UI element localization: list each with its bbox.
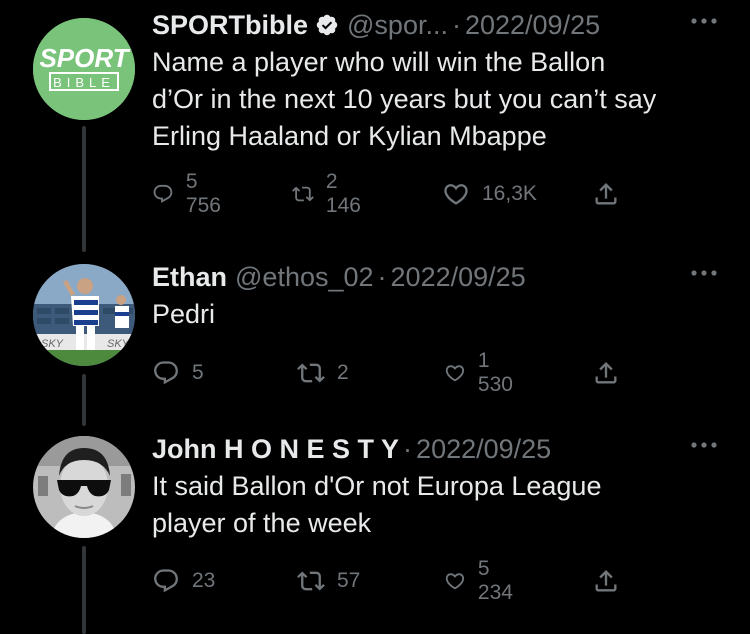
retweet-button[interactable]: 2 — [297, 357, 349, 389]
timestamp[interactable]: 2022/09/25 — [465, 8, 600, 42]
share-button[interactable] — [592, 357, 620, 389]
heart-icon — [445, 573, 465, 590]
share-icon — [595, 570, 617, 592]
heart-icon — [445, 365, 465, 382]
handle[interactable]: @spor... — [347, 8, 448, 42]
avatar[interactable]: SKY SKY — [33, 264, 135, 366]
reply-button[interactable]: 23 — [152, 565, 215, 597]
like-count: 16,3K — [482, 182, 537, 205]
share-button[interactable] — [592, 178, 620, 210]
tweet-text: Pedri — [152, 296, 720, 333]
tweet-text-line: d’Or in the next 10 years but you can’t … — [152, 84, 657, 114]
retweet-icon — [297, 363, 325, 383]
tweet-text: Name a player who will win the Ballon d’… — [152, 44, 720, 155]
svg-text:SKY: SKY — [41, 338, 64, 350]
svg-text:SPORT: SPORT — [39, 43, 130, 73]
heart-icon — [444, 184, 468, 205]
timestamp[interactable]: 2022/09/25 — [391, 260, 526, 294]
thread-line — [82, 374, 86, 426]
thread-line — [82, 126, 86, 252]
tweet-reply-ethan[interactable]: SKY SKY Ethan @ethos_02 · 2022/09/25 Ped… — [0, 252, 750, 426]
retweet-count: 2 — [337, 361, 349, 384]
more-options-icon[interactable] — [688, 266, 720, 280]
separator: · — [377, 262, 387, 292]
verified-badge-icon — [316, 14, 338, 36]
reply-icon — [154, 361, 178, 385]
retweet-button[interactable]: 2 146 — [292, 170, 367, 217]
svg-text:SKY: SKY — [107, 338, 130, 350]
display-name[interactable]: Ethan — [152, 260, 227, 294]
avatar-photo: SKY SKY — [33, 264, 135, 366]
svg-text:BIBLE: BIBLE — [53, 75, 115, 90]
share-icon — [595, 362, 617, 384]
reply-icon — [154, 569, 178, 593]
like-button[interactable]: 16,3K — [442, 178, 537, 210]
like-button[interactable]: 5 234 — [444, 557, 519, 604]
retweet-count: 2 146 — [325, 170, 361, 217]
thread-line — [82, 546, 86, 634]
avatar[interactable] — [33, 436, 135, 538]
tweet-text-line: Pedri — [152, 299, 216, 329]
timestamp[interactable]: 2022/09/25 — [416, 432, 551, 466]
display-name[interactable]: SPORTbible — [152, 8, 308, 42]
retweet-button[interactable]: 57 — [297, 565, 360, 597]
like-count: 1 530 — [477, 349, 513, 396]
tweet-text-line: Name a player who will win the Ballon — [152, 47, 606, 77]
tweet-header: Ethan @ethos_02 · 2022/09/25 — [152, 260, 720, 294]
more-options-icon[interactable] — [688, 14, 720, 28]
reply-count: 23 — [192, 569, 216, 592]
reply-count: 5 756 — [185, 170, 221, 217]
separator: · — [451, 10, 461, 40]
avatar[interactable]: SPORT BIBLE — [33, 18, 135, 120]
retweet-icon — [297, 571, 325, 591]
handle[interactable]: @ethos_02 — [235, 260, 374, 294]
tweet-header: SPORTbible @spor... · 2022/09/25 — [152, 8, 720, 42]
tweet-text-line: It said Ballon d'Or not Europa League — [152, 471, 602, 501]
avatar-photo — [33, 436, 135, 538]
retweet-icon — [292, 186, 314, 202]
like-count: 5 234 — [477, 557, 513, 604]
sportbible-logo: SPORT BIBLE — [33, 18, 135, 120]
reply-button[interactable]: 5 — [152, 357, 204, 389]
more-options-icon[interactable] — [688, 438, 720, 452]
reply-button[interactable]: 5 756 — [152, 170, 227, 217]
tweet-reply-john[interactable]: John H O N E S T Y · 2022/09/25 It said … — [0, 426, 750, 634]
reply-icon — [153, 184, 173, 203]
share-button[interactable] — [592, 565, 620, 597]
display-name[interactable]: John H O N E S T Y — [152, 432, 399, 466]
tweet-text-line: player of the week — [152, 508, 372, 538]
tweet-text: It said Ballon d'Or not Europa League pl… — [152, 468, 720, 542]
tweet-sportbible[interactable]: SPORT BIBLE SPORTbible @spor... · 2022/0… — [0, 0, 750, 252]
like-button[interactable]: 1 530 — [444, 349, 519, 396]
separator: · — [403, 434, 413, 464]
share-icon — [595, 183, 617, 205]
tweet-text-line: Erling Haaland or Kylian Mbappe — [152, 121, 547, 151]
reply-count: 5 — [192, 361, 204, 384]
tweet-header: John H O N E S T Y · 2022/09/25 — [152, 432, 720, 466]
retweet-count: 57 — [337, 569, 361, 592]
